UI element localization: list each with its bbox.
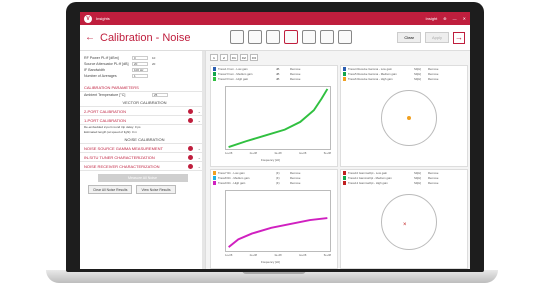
receiver-icon[interactable]	[302, 30, 316, 44]
trace-row: Trace6 Receive Gamma - High gain S4[H] Rem…	[341, 76, 467, 81]
graph-panel-rn: Trace7 Rn - Low gain (F) Remove Trace8 Rn …	[210, 169, 338, 269]
averages-input[interactable]: 1	[132, 74, 148, 78]
page-title: Calibration - Noise	[100, 31, 191, 44]
x-axis-label: Frequency [Hz]	[261, 260, 280, 264]
calibration-parameters-header[interactable]: CALIBRATION PARAMETERS	[80, 83, 205, 92]
remove-trace-link[interactable]: Remove	[428, 176, 438, 180]
clear-all-noise-results-button[interactable]: Clear All Noise Results	[88, 185, 133, 194]
remove-trace-link[interactable]: Remove	[290, 67, 300, 71]
two-port-calibration-row[interactable]: 2-PORT CALIBRATION ⌄	[80, 107, 205, 116]
smith-chart	[381, 194, 437, 250]
rf-power-input[interactable]: 0	[132, 56, 148, 60]
graph-tab[interactable]: 2	[220, 54, 228, 61]
graph-tab[interactable]: F1	[230, 54, 238, 61]
trace-line	[228, 217, 328, 248]
chevron-down-icon: ⌄	[197, 154, 201, 160]
trace-row: Trace3 From - High gain dB Remove	[211, 76, 337, 81]
network-analyzer-icon[interactable]	[248, 30, 262, 44]
trace-row: Trace9 Rn - High gain (F) Remove	[211, 180, 337, 185]
check-icon	[188, 163, 193, 169]
graph-panel-receive-gamma: Trace4 Receive Gamma - Low gain S4[H] Remo…	[340, 65, 468, 167]
result-buttons: Clear All Noise Results View Noise Resul…	[80, 185, 205, 194]
remove-trace-link[interactable]: Remove	[290, 72, 300, 76]
tools-icon[interactable]	[338, 30, 352, 44]
graph-tab[interactable]: F3	[250, 54, 258, 61]
tool-icon-bar	[230, 30, 352, 44]
chevron-down-icon: ⌄	[197, 117, 201, 123]
check-icon	[188, 154, 193, 160]
exit-icon[interactable]: →	[453, 31, 465, 44]
view-noise-results-button[interactable]: View Noise Results	[136, 185, 176, 194]
remove-trace-link[interactable]: Remove	[428, 171, 438, 175]
line-plot	[225, 190, 331, 252]
noise-calibration-header: NOISE CALIBRATION	[80, 135, 205, 144]
app-title: Insights	[96, 16, 110, 21]
back-arrow-icon[interactable]: ←	[85, 32, 95, 43]
apply-button[interactable]: Apply	[424, 32, 449, 43]
graph-tab[interactable]: F2	[240, 54, 248, 61]
noise-source-gamma-row[interactable]: NOISE SOURCE GAMMA MEASUREMENT ⌄	[80, 144, 205, 153]
noise-source-icon[interactable]	[284, 30, 298, 44]
graph-tabs: 1 2 F1 F2 F3	[210, 54, 468, 62]
graph-tab[interactable]: 1	[210, 54, 218, 61]
help-icon[interactable]: ⊕	[443, 16, 446, 21]
app-logo: V	[84, 14, 92, 23]
toolbar: ← Calibration - Noise Clear Apply →	[80, 25, 470, 51]
remove-trace-link[interactable]: Remove	[290, 176, 300, 180]
measure-all-noise-button[interactable]: Measure All Noise	[97, 174, 188, 182]
remove-trace-link[interactable]: Remove	[428, 181, 438, 185]
source-attenuator-input[interactable]: 20	[132, 62, 148, 66]
check-icon	[188, 117, 193, 123]
remove-trace-link[interactable]: Remove	[428, 77, 438, 81]
noise-receiver-row[interactable]: NOISE RECEIVER CHARACTERIZATION ⌄	[80, 162, 205, 171]
sidebar-scrollbar[interactable]	[202, 51, 205, 269]
x-tick-labels: 1e+08 2e+08 3e+08 4e+08 5e+08	[225, 152, 331, 155]
gamma-opt-marker: ×	[403, 222, 407, 228]
line-plot	[225, 86, 331, 150]
in-situ-tuner-row[interactable]: IN-SITU TUNER CHARACTERIZATION ⌄	[80, 153, 205, 162]
tuner-icon[interactable]	[266, 30, 280, 44]
vector-calibration-header: VECTOR CALIBRATION	[80, 98, 205, 107]
x-tick-labels: 1e+08 2e+08 3e+08 4e+08 5e+08	[225, 254, 331, 257]
clear-button[interactable]: Clear	[397, 32, 421, 43]
remove-trace-link[interactable]: Remove	[290, 181, 300, 185]
remove-trace-link[interactable]: Remove	[290, 77, 300, 81]
title-bar: V Insights Insight ⊕ — ✕	[80, 12, 470, 25]
check-icon	[188, 145, 193, 151]
check-icon	[188, 108, 193, 114]
calibration-sidebar: RF Power PL:ff [dBm] 0 10 Source Attenua…	[80, 51, 206, 269]
ambient-temperature-input[interactable]: 25	[152, 93, 168, 97]
close-icon[interactable]: ✕	[463, 16, 466, 21]
graphs-area: 1 2 F1 F2 F3 Trace1 From - Low gain dB Rem…	[210, 54, 468, 269]
app-screen: V Insights Insight ⊕ — ✕ ← Calibration -…	[80, 12, 470, 269]
trace-line	[228, 88, 329, 148]
graph-panel-rs: Trace1 From - Low gain dB Remove Trace2 Fr…	[210, 65, 338, 167]
dut-icon[interactable]	[320, 30, 334, 44]
remove-trace-link[interactable]: Remove	[290, 171, 300, 175]
chevron-down-icon: ⌄	[197, 108, 201, 114]
remove-trace-link[interactable]: Remove	[428, 72, 438, 76]
home-icon[interactable]	[230, 30, 244, 44]
trace-row: Trace12 GammaOpt - High gain S4[H] Remove	[341, 180, 467, 185]
if-bandwidth-input[interactable]: 100 Hz	[132, 68, 148, 72]
remove-trace-link[interactable]: Remove	[428, 67, 438, 71]
gamma-marker	[407, 116, 411, 120]
minimize-icon[interactable]: —	[453, 16, 457, 21]
chevron-down-icon: ⌄	[197, 163, 201, 169]
chevron-down-icon: ⌄	[197, 145, 201, 151]
one-port-calibration-row[interactable]: 1-PORT CALIBRATION ⌄	[80, 116, 205, 125]
graph-panel-gammaopt: Trace10 GammaOpt - Low gain S4[H] Remove T…	[340, 169, 468, 269]
x-axis-label: Frequency [Hz]	[261, 158, 280, 162]
user-menu[interactable]: Insight	[425, 16, 437, 21]
